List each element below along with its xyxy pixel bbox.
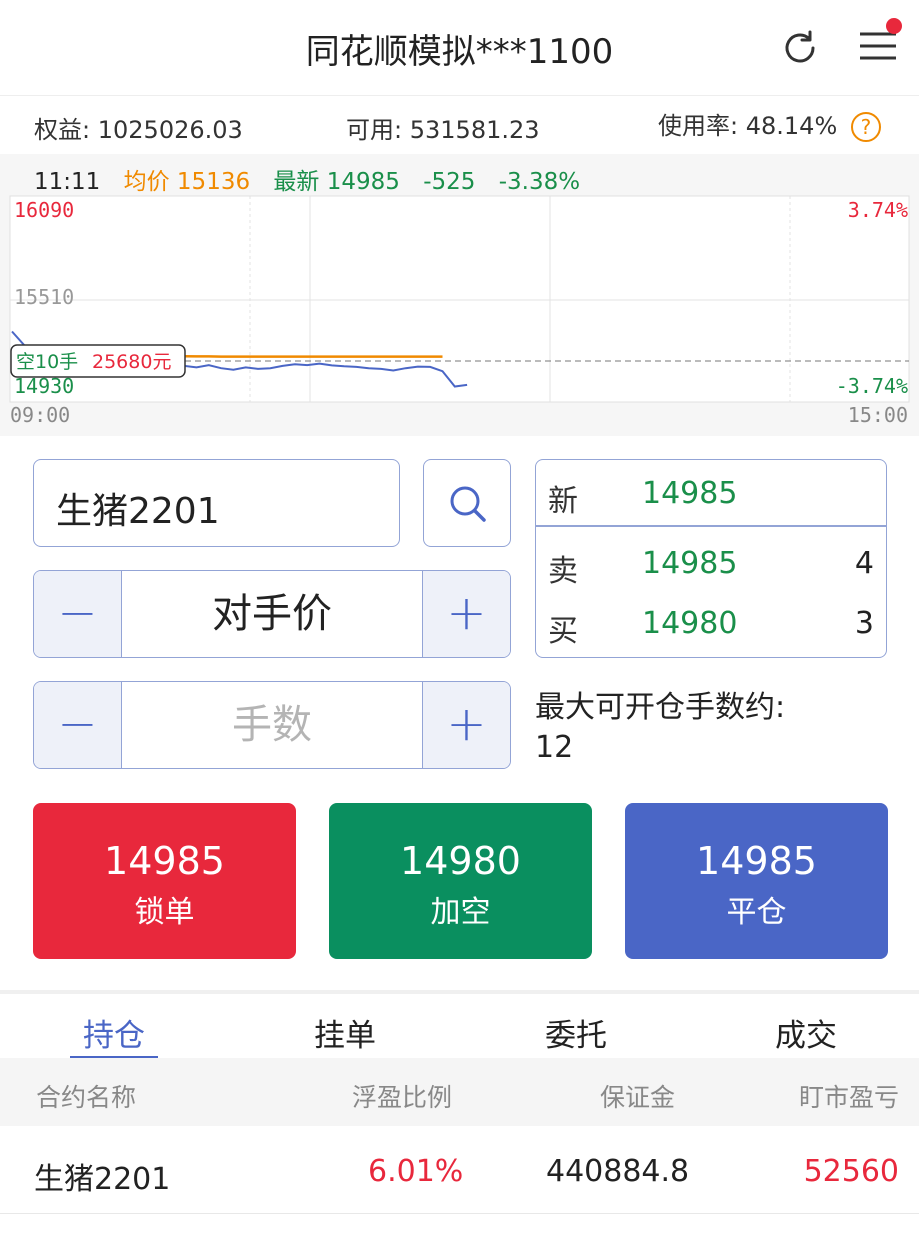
qty-minus-button[interactable]: − [34, 682, 122, 768]
app-header: 同花顺模拟***1100 [0, 0, 919, 96]
x-tick-end: 15:00 [848, 403, 908, 427]
sell-qty: 4 [854, 546, 874, 581]
sell-label: 卖 [548, 554, 578, 589]
position-amount: 25680元 [92, 351, 171, 373]
pct-low: -3.74% [836, 374, 908, 398]
y-tick-high: 16090 [14, 198, 74, 222]
tab-positions[interactable]: 持仓 [34, 1010, 194, 1055]
minus-icon: − [57, 585, 98, 641]
col-float-ratio: 浮盈比例 [352, 1083, 453, 1112]
quantity-input[interactable]: 手数 [122, 682, 422, 768]
quote-divider [536, 525, 886, 527]
pct-high: 3.74% [848, 198, 908, 222]
qty-plus-button[interactable]: + [422, 682, 510, 768]
plus-icon: + [446, 585, 487, 641]
usage: 使用率: 48.14% ? [658, 106, 881, 142]
sell-price: 14985 [642, 546, 738, 581]
equity: 权益: 1025026.03 [34, 110, 243, 145]
quote-panel: 新 14985 卖 14985 4 买 14980 3 [535, 459, 887, 658]
row-mtm-pnl: 52560 [803, 1154, 899, 1189]
available-value: 531581.23 [409, 116, 540, 144]
lock-label: 锁单 [134, 895, 195, 930]
buy-qty: 3 [854, 606, 874, 641]
available-label: 可用: [346, 116, 403, 144]
quantity-stepper: − 手数 + [33, 681, 511, 769]
tab-bar: 持仓 挂单 委托 成交 [0, 990, 919, 1060]
short-price: 14980 [400, 839, 521, 883]
price-mode[interactable]: 对手价 [122, 571, 422, 657]
minus-icon: − [57, 696, 98, 752]
buy-price: 14980 [642, 606, 738, 641]
menu-icon[interactable] [858, 18, 902, 66]
add-short-button[interactable]: 14980 加空 [329, 803, 592, 959]
position-side: 空10手 [16, 351, 78, 373]
row-float-ratio: 6.01% [368, 1154, 464, 1189]
contract-value: 生猪2201 [56, 491, 220, 532]
price-stepper: − 对手价 + [33, 570, 511, 658]
col-margin: 保证金 [600, 1083, 676, 1112]
search-icon [450, 486, 486, 522]
y-tick-mid: 15510 [14, 285, 74, 309]
short-label: 加空 [430, 895, 491, 930]
tab-orders[interactable]: 委托 [496, 1010, 656, 1055]
col-contract: 合约名称 [36, 1083, 137, 1112]
max-open-value: 12 [535, 730, 574, 765]
new-price: 14985 [642, 476, 738, 511]
max-open: 最大可开仓手数约: 12 [535, 688, 785, 768]
price-plus-button[interactable]: + [422, 571, 510, 657]
tab-pending[interactable]: 挂单 [265, 1010, 425, 1055]
buy-label: 买 [548, 614, 578, 649]
usage-label: 使用率: [658, 112, 739, 140]
lock-button[interactable]: 14985 锁单 [33, 803, 296, 959]
search-button[interactable] [423, 459, 511, 547]
x-tick-start: 09:00 [10, 403, 70, 427]
price-minus-button[interactable]: − [34, 571, 122, 657]
row-margin: 440884.8 [546, 1154, 690, 1189]
close-label: 平仓 [726, 895, 787, 930]
new-label: 新 [548, 484, 578, 519]
table-row[interactable]: 生猪2201 6.01% 440884.8 52560 [0, 1126, 919, 1214]
col-mtm-pnl: 盯市盈亏 [798, 1083, 899, 1112]
equity-value: 1025026.03 [97, 116, 243, 144]
account-summary: 权益: 1025026.03 可用: 531581.23 使用率: 48.14%… [0, 96, 919, 154]
equity-label: 权益: [34, 116, 91, 144]
max-open-label: 最大可开仓手数约: [535, 690, 786, 725]
help-icon[interactable]: ? [850, 112, 881, 142]
contract-input[interactable]: 生猪2201 [33, 459, 400, 547]
usage-value: 48.14% [745, 112, 838, 140]
intraday-chart[interactable]: 11:11 均价 15136 最新 14985 -525 -3.38% 1609… [0, 154, 919, 436]
lock-price: 14985 [104, 839, 225, 883]
positions-table-header: 合约名称 浮盈比例 保证金 盯市盈亏 [0, 1058, 919, 1126]
row-contract: 生猪2201 [34, 1162, 171, 1197]
notification-dot [886, 18, 902, 34]
available: 可用: 531581.23 [346, 110, 540, 145]
tab-trades[interactable]: 成交 [726, 1010, 886, 1055]
chart-canvas: 16090 15510 14930 3.74% -3.74% 09:00 15:… [9, 195, 910, 427]
close-price: 14985 [696, 839, 817, 883]
refresh-icon[interactable] [780, 28, 820, 68]
close-position-button[interactable]: 14985 平仓 [625, 803, 888, 959]
plus-icon: + [446, 696, 487, 752]
